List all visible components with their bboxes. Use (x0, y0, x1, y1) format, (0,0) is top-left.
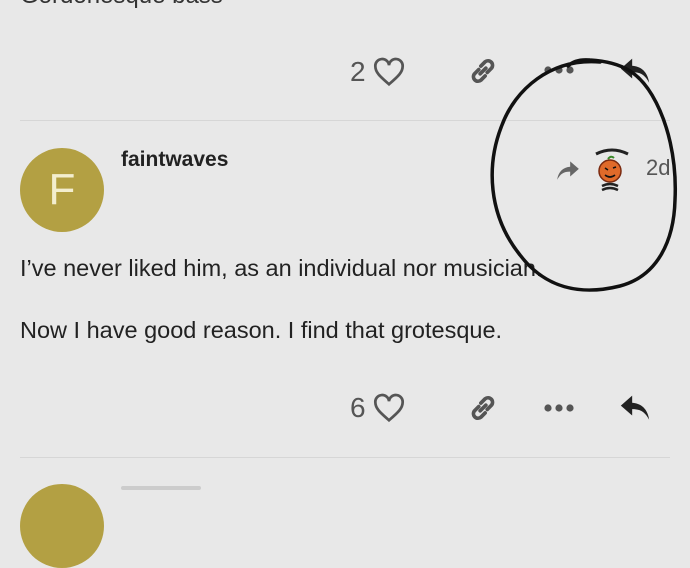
avatar[interactable]: F (20, 148, 104, 232)
post-body-line-2: Now I have good reason. I find that grot… (20, 317, 503, 343)
like-button[interactable]: 2 (350, 52, 406, 92)
link-icon (471, 395, 495, 421)
next-post-avatar[interactable] (20, 484, 104, 568)
previous-post-text: Gordonesque bass (20, 0, 223, 10)
like-count: 6 (350, 392, 366, 423)
like-count: 2 (350, 56, 366, 87)
post-divider (20, 457, 670, 458)
hand-drawn-circle-annotation (490, 58, 678, 292)
copy-link-button[interactable] (466, 391, 500, 425)
more-options-button[interactable] (543, 398, 575, 418)
reply-button[interactable] (618, 391, 652, 423)
next-post-username (121, 486, 201, 490)
more-icon (544, 404, 574, 412)
reply-icon (620, 395, 650, 420)
avatar-letter: F (48, 165, 76, 214)
heart-icon (373, 57, 404, 87)
heart-icon (373, 393, 404, 423)
post-body-line-1: I’ve never liked him, as an individual n… (20, 255, 543, 281)
like-button[interactable]: 6 (350, 388, 406, 428)
username[interactable]: faintwaves (121, 148, 228, 172)
